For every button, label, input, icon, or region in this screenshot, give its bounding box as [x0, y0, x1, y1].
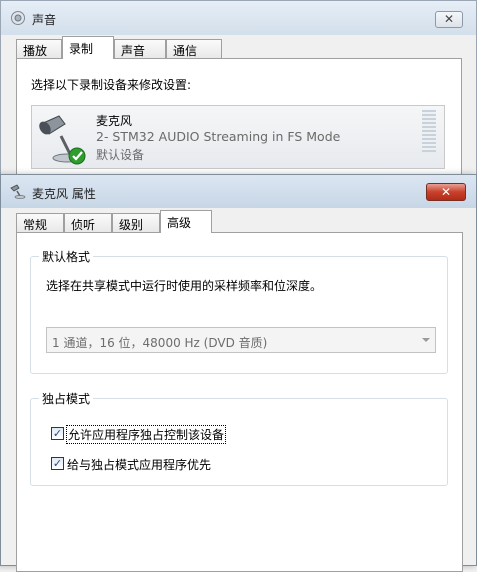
recording-instruction: 选择以下录制设备来修改设置:	[31, 78, 192, 92]
device-status: 默认设备	[96, 148, 145, 162]
default-format-group: 默认格式 选择在共享模式中运行时使用的采样频率和位深度。 1 通道，16 位，4…	[30, 248, 448, 374]
exclusive-mode-legend: 独占模式	[39, 390, 94, 407]
default-format-description: 选择在共享模式中运行时使用的采样频率和位深度。	[46, 279, 323, 293]
device-list-item[interactable]: 麦克风 2- STM32 AUDIO Streaming in FS Mode …	[31, 105, 445, 169]
props-tab-strip: 常规 侦听 级别 高级	[16, 210, 456, 233]
chevron-down-icon	[422, 338, 430, 342]
exclusive-priority-label[interactable]: 给与独占模式应用程序优先	[67, 456, 211, 473]
tab-levels[interactable]: 级别	[112, 213, 160, 232]
tab-sounds[interactable]: 声音	[114, 39, 166, 58]
tab-recording[interactable]: 录制	[62, 36, 114, 59]
default-format-legend: 默认格式	[39, 248, 94, 265]
advanced-panel: 默认格式 选择在共享模式中运行时使用的采样频率和位深度。 1 通道，16 位，4…	[16, 232, 463, 572]
tab-playback[interactable]: 播放	[16, 39, 62, 58]
tab-general[interactable]: 常规	[16, 213, 64, 232]
sound-window: 声音 ✕ 播放 录制 声音 通信 选择以下录制设备来修改设置: 麦克风 2- S…	[0, 0, 477, 198]
device-description: 2- STM32 AUDIO Streaming in FS Mode	[96, 129, 341, 144]
props-window-title: 麦克风 属性	[32, 187, 96, 201]
speaker-icon	[11, 11, 25, 25]
sound-titlebar[interactable]: 声音 ✕	[1, 1, 476, 35]
sound-close-button[interactable]: ✕	[435, 11, 463, 28]
sound-window-title: 声音	[32, 13, 57, 27]
tab-advanced[interactable]: 高级	[160, 210, 212, 233]
tab-communications[interactable]: 通信	[166, 39, 222, 58]
allow-exclusive-label[interactable]: 允许应用程序独占控制该设备	[65, 425, 227, 444]
device-name: 麦克风	[96, 114, 133, 128]
format-dropdown-value: 1 通道，16 位，48000 Hz (DVD 音质)	[52, 336, 268, 350]
exclusive-mode-group: 独占模式 ✓ 允许应用程序独占控制该设备 ✓ 给与独占模式应用程序优先	[30, 390, 448, 486]
microphone-icon	[39, 115, 86, 165]
format-dropdown[interactable]: 1 通道，16 位，48000 Hz (DVD 音质)	[46, 327, 436, 353]
tab-listen[interactable]: 侦听	[64, 213, 112, 232]
props-close-button[interactable]: ✕	[426, 183, 466, 201]
mic-properties-window: 麦克风 属性 ✕ 常规 侦听 级别 高级 默认格式 选择在共享模式中运行时使用的…	[0, 174, 477, 572]
props-titlebar[interactable]: 麦克风 属性 ✕	[1, 175, 476, 208]
microphone-small-icon	[10, 184, 26, 199]
sound-tab-strip: 播放 录制 声音 通信	[16, 36, 456, 59]
exclusive-priority-checkbox[interactable]: ✓	[51, 457, 64, 470]
allow-exclusive-checkbox[interactable]: ✓	[51, 427, 64, 440]
level-meter	[422, 110, 436, 152]
